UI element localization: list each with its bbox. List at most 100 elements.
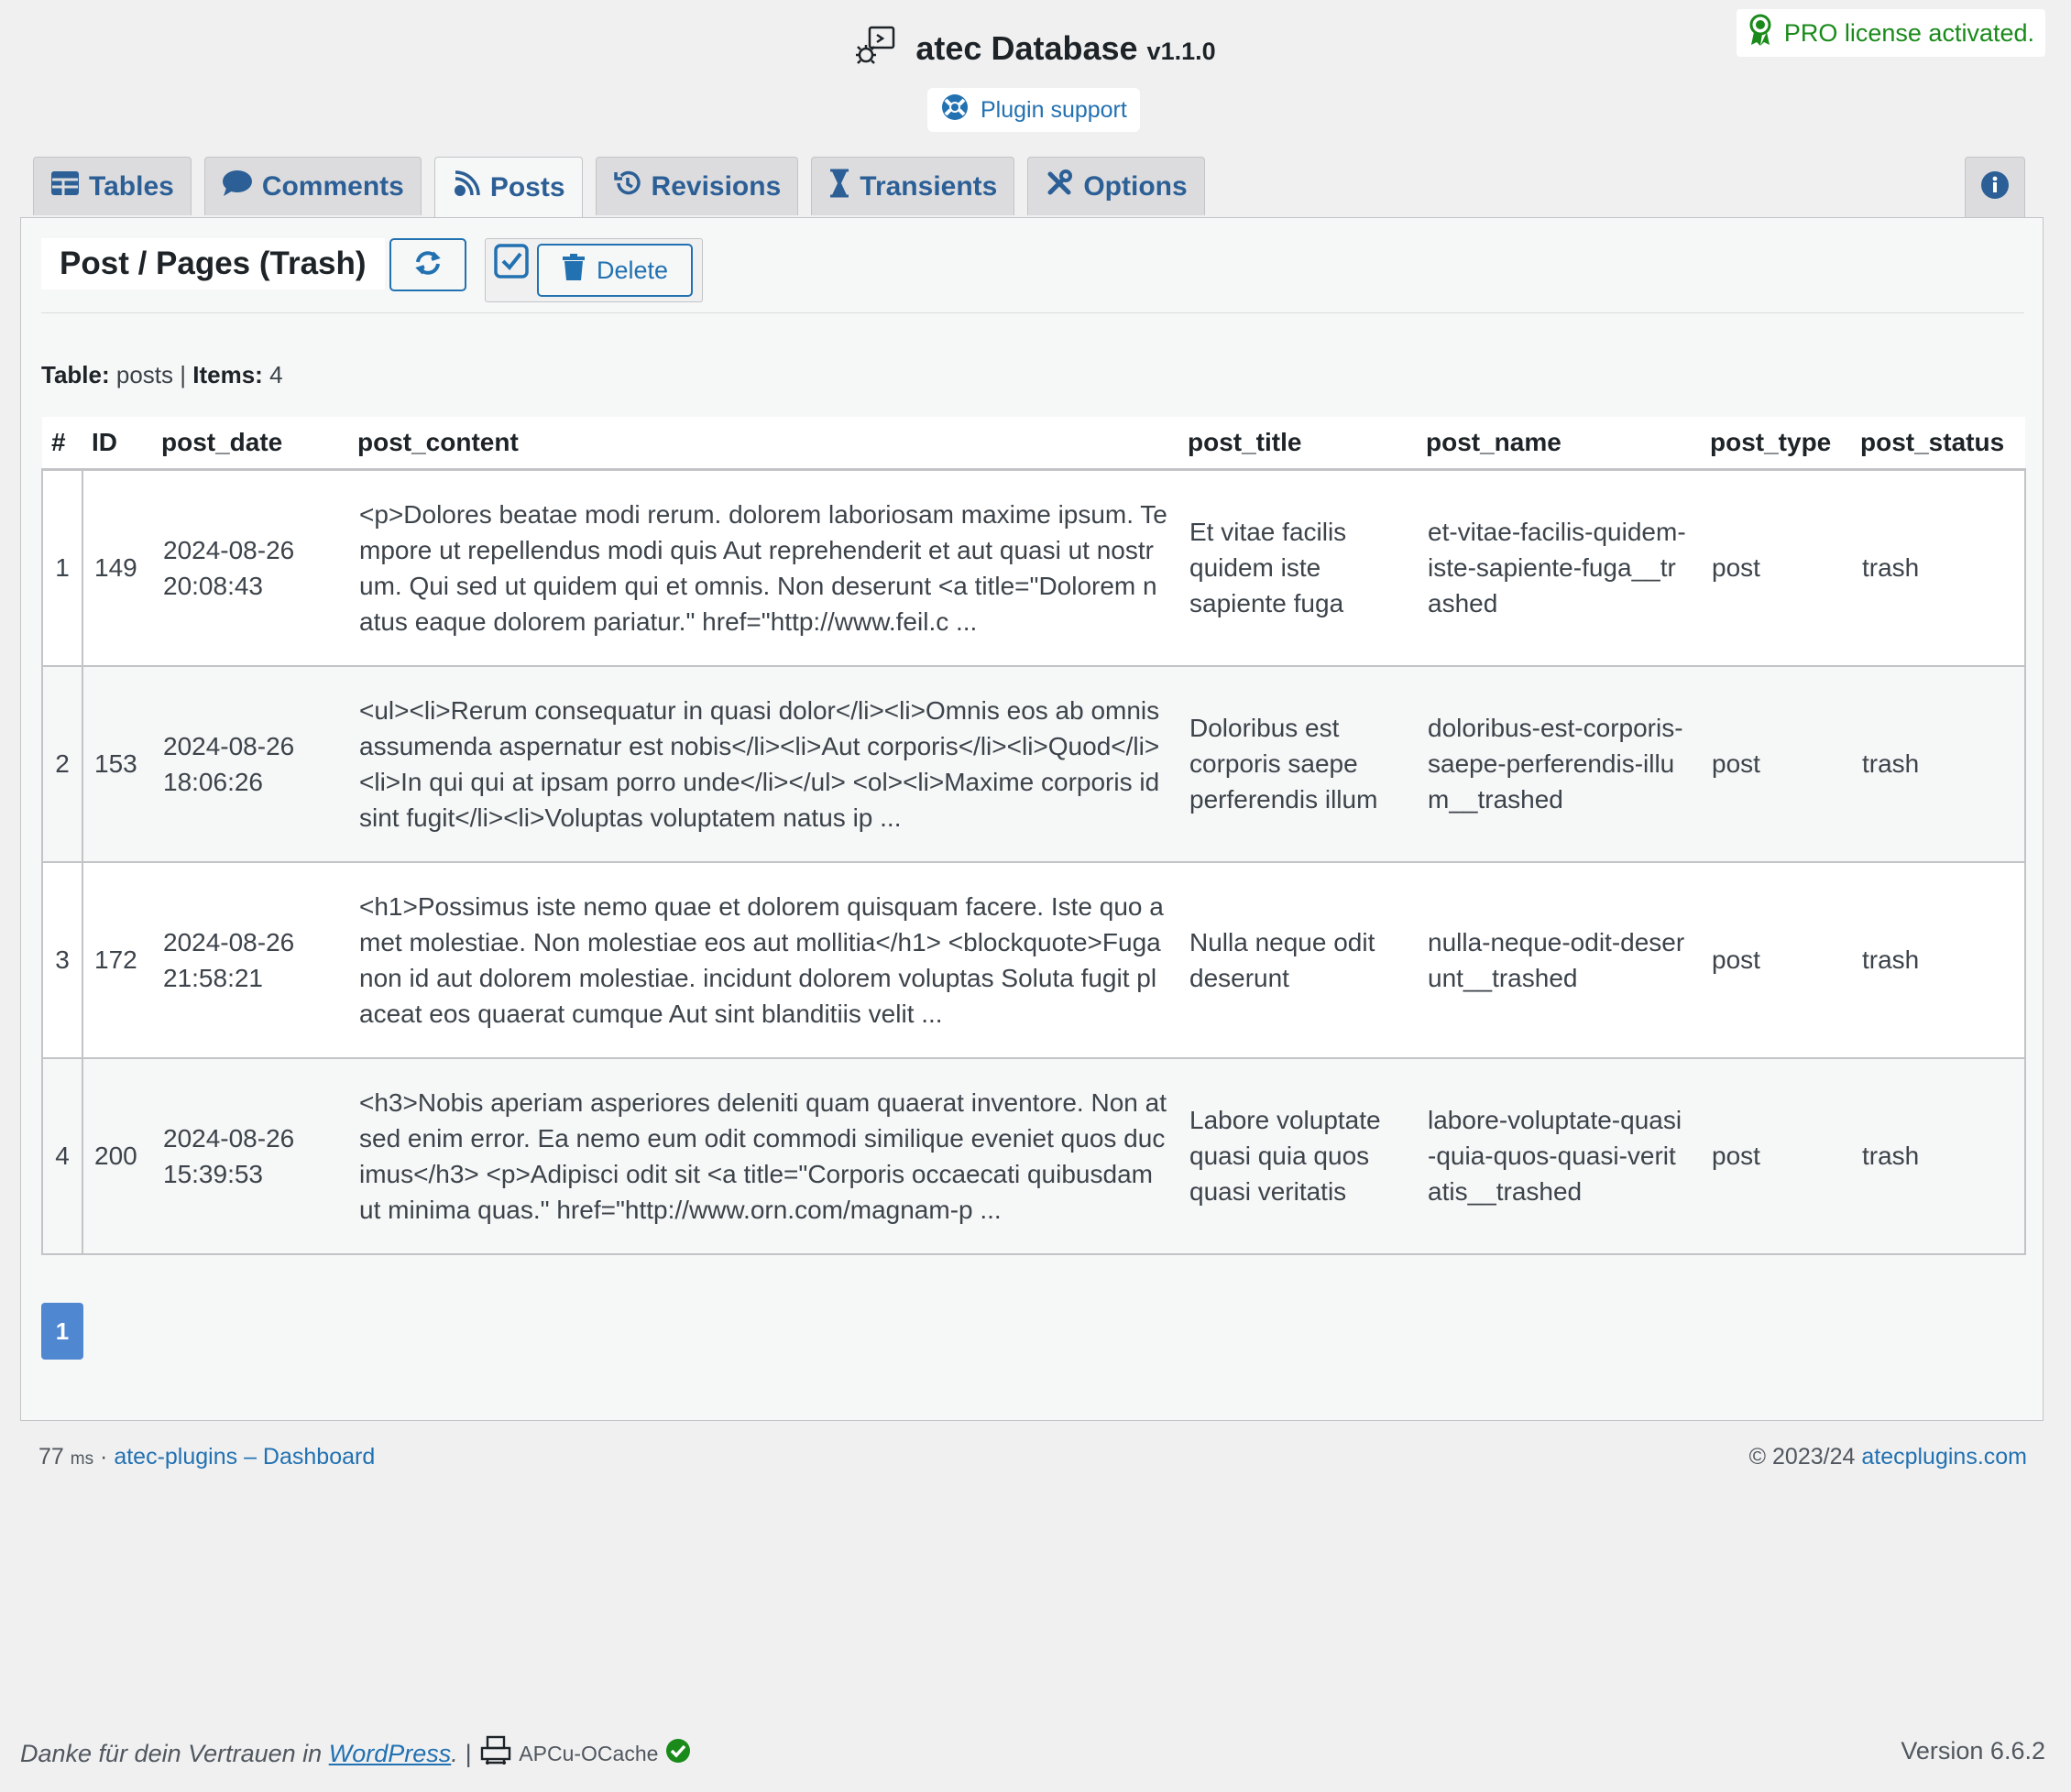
pagination-page-button[interactable]: 1 (41, 1303, 83, 1360)
post-name-text: labore-voluptate-quasi-quia-quos-quasi-v… (1428, 1106, 1682, 1206)
tab-comments-label: Comments (261, 170, 404, 202)
table-row: 2 153 2024-08-26 18:06:26 <ul><li>Rerum … (41, 664, 2026, 862)
post-content-text: <h3>Nobis aperiam asperiores deleniti qu… (359, 1087, 1167, 1224)
tab-comments[interactable]: Comments (203, 157, 422, 215)
cell-post-content: <ul><li>Rerum consequatur in quasi dolor… (348, 664, 1178, 862)
meta-table-label: Table: (41, 361, 110, 388)
column-header: ID (82, 417, 152, 471)
cell-post-type: post (1701, 468, 1851, 666)
cell-id: 153 (82, 664, 152, 862)
trash-icon (562, 253, 586, 288)
cell-post-date: 2024-08-26 15:39:53 (152, 1056, 348, 1255)
tab-transients[interactable]: Transients (811, 157, 1015, 215)
refresh-icon (412, 249, 444, 281)
main-panel: Post / Pages (Trash) Delete Table: posts… (20, 217, 2044, 1421)
tab-transients-label: Transients (860, 170, 998, 202)
refresh-button[interactable] (389, 238, 466, 291)
table-icon (50, 170, 80, 203)
cell-post-content: <p>Dolores beatae modi rerum. dolorem la… (348, 468, 1178, 666)
row-number: 2 (41, 664, 83, 862)
app-version: v1.1.0 (1146, 38, 1216, 66)
cell-post-name: et-vitae-facilis-quidem-iste-sapiente-fu… (1417, 468, 1701, 666)
app-name: atec Database (915, 29, 1138, 68)
bulk-delete-group: Delete (485, 238, 703, 302)
tab-bar: Tables Comments Posts Revisions Transien… (33, 157, 1205, 218)
history-icon (613, 169, 642, 205)
post-content-text: <ul><li>Rerum consequatur in quasi dolor… (359, 695, 1160, 832)
tab-posts[interactable]: Posts (433, 157, 583, 218)
comment-icon (222, 169, 253, 204)
cache-label: APCu-OCache (519, 1741, 659, 1765)
plugin-support-link[interactable]: Plugin support (927, 88, 1140, 132)
plugin-footer: 77 ms · atec-plugins – Dashboard (38, 1444, 375, 1470)
info-button[interactable] (1965, 157, 2025, 217)
cell-post-title: Et vitae facilis quidem iste sapiente fu… (1178, 468, 1417, 666)
cell-post-name: nulla-neque-odit-deserunt__trashed (1417, 860, 1701, 1058)
copyright-text: © 2023/24 (1748, 1444, 1856, 1470)
table-header-row: # ID post_date post_content post_title p… (42, 417, 2025, 471)
thanks-text: Danke für dein Vertrauen in WordPress. | (20, 1740, 471, 1768)
thanks-suffix: . | (451, 1739, 472, 1767)
column-header: post_title (1178, 417, 1417, 471)
site-link[interactable]: atecplugins.com (1861, 1444, 2027, 1470)
cell-id: 172 (82, 860, 152, 1058)
wp-version: Version 6.6.2 (1901, 1737, 2045, 1765)
dashboard-link[interactable]: atec-plugins – Dashboard (114, 1444, 375, 1470)
cell-post-title: Nulla neque odit deserunt (1178, 860, 1417, 1058)
post-name-text: nulla-neque-odit-deserunt__trashed (1428, 927, 1685, 992)
award-icon (1748, 14, 1773, 53)
tab-revisions-label: Revisions (651, 170, 782, 202)
tab-revisions[interactable]: Revisions (595, 157, 799, 215)
render-time-unit: ms (70, 1449, 94, 1469)
wp-footer: Danke für dein Vertrauen in WordPress. |… (20, 1735, 691, 1772)
cell-post-name: doloribus-est-corporis-saepe-perferendis… (1417, 664, 1701, 862)
cell-id: 149 (82, 468, 152, 666)
cell-post-status: trash (1851, 1056, 2026, 1255)
column-header: post_content (348, 417, 1178, 471)
wordpress-link[interactable]: WordPress (329, 1740, 452, 1767)
cell-post-name: labore-voluptate-quasi-quia-quos-quasi-v… (1417, 1056, 1701, 1255)
database-logo-icon (855, 26, 897, 76)
table-row: 1 149 2024-08-26 20:08:43 <p>Dolores bea… (41, 468, 2026, 666)
row-number: 1 (41, 468, 83, 666)
column-header: post_date (152, 417, 348, 471)
cell-post-date: 2024-08-26 20:08:43 (152, 468, 348, 666)
table-row: 3 172 2024-08-26 21:58:21 <h1>Possimus i… (41, 860, 2026, 1058)
thanks-label: Danke für dein Vertrauen in (20, 1739, 323, 1767)
posts-icon (452, 169, 481, 206)
cell-post-status: trash (1851, 860, 2026, 1058)
delete-button[interactable]: Delete (537, 244, 693, 297)
printer-icon (480, 1735, 511, 1772)
cell-post-type: post (1701, 1056, 1851, 1255)
info-icon (1980, 170, 2010, 204)
column-header: # (42, 417, 82, 471)
wrench-icon (1045, 169, 1074, 205)
posts-table: # ID post_date post_content post_title p… (41, 417, 2026, 1255)
license-text: PRO license activated. (1783, 18, 2034, 47)
checkbox-icon[interactable] (493, 243, 530, 284)
tab-options[interactable]: Options (1027, 157, 1205, 215)
tab-tables-label: Tables (89, 170, 174, 202)
post-name-text: et-vitae-facilis-quidem-iste-sapiente-fu… (1428, 518, 1686, 618)
hourglass-icon (828, 169, 850, 205)
column-header: post_type (1701, 417, 1851, 471)
tab-tables[interactable]: Tables (33, 157, 192, 215)
license-badge: PRO license activated. (1736, 9, 2045, 57)
plugin-copyright: © 2023/24 atecplugins.com (1749, 1444, 2027, 1470)
meta-items-label: Items: (192, 361, 263, 388)
table-meta: Table: posts | Items: 4 (41, 361, 283, 389)
cell-post-title: Labore voluptate quasi quia quos quasi v… (1178, 1056, 1417, 1255)
delete-label: Delete (596, 256, 669, 284)
cell-post-type: post (1701, 860, 1851, 1058)
meta-table-value: posts (115, 361, 174, 388)
plugin-support-label: Plugin support (981, 96, 1127, 123)
cell-post-content: <h3>Nobis aperiam asperiores deleniti qu… (348, 1056, 1178, 1255)
cell-post-date: 2024-08-26 21:58:21 (152, 860, 348, 1058)
check-circle-icon (665, 1738, 691, 1769)
cell-post-title: Doloribus est corporis saepe perferendis… (1178, 664, 1417, 862)
meta-separator: | (180, 361, 187, 388)
tab-posts-label: Posts (489, 172, 565, 202)
cache-status: APCu-OCache (480, 1735, 691, 1772)
cell-id: 200 (82, 1056, 152, 1255)
cell-post-date: 2024-08-26 18:06:26 (152, 664, 348, 862)
